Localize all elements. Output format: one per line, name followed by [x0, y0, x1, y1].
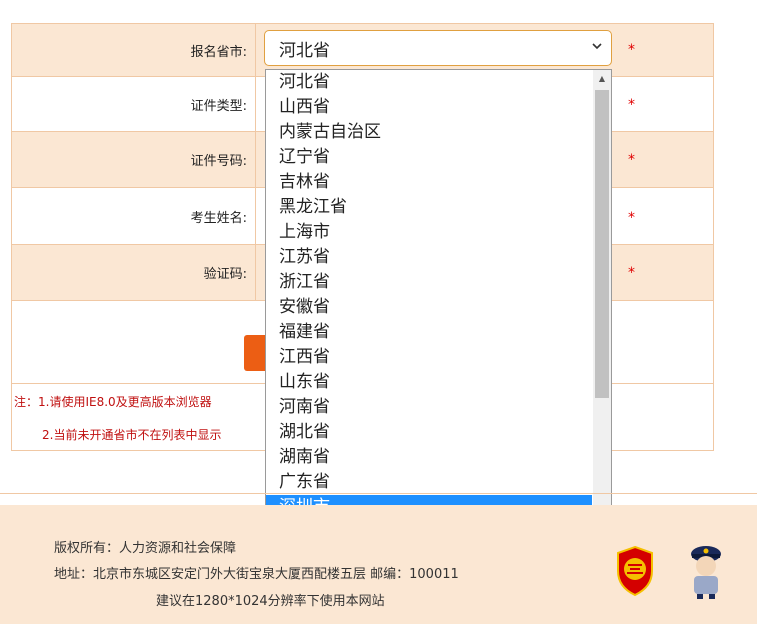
province-option-list: 河北省 山西省 内蒙古自治区 辽宁省 吉林省 黑龙江省 上海市 江苏省 浙江省 安徽省 福建省 江西省…	[266, 70, 592, 570]
province-option[interactable]: 安徽省	[266, 295, 592, 320]
province-option[interactable]: 黑龙江省	[266, 195, 592, 220]
id-type-label: 证件类型:	[12, 77, 256, 131]
required-mark: *	[628, 265, 635, 281]
province-option[interactable]: 辽宁省	[266, 145, 592, 170]
province-label: 报名省市:	[12, 24, 256, 76]
emblem-icon[interactable]	[614, 545, 656, 597]
province-option[interactable]: 山西省	[266, 95, 592, 120]
province-option[interactable]: 湖南省	[266, 445, 592, 470]
required-mark: *	[628, 152, 635, 168]
province-option[interactable]: 福建省	[266, 320, 592, 345]
required-mark: *	[628, 97, 635, 113]
province-option[interactable]: 江西省	[266, 345, 592, 370]
footer-address: 地址：北京市东城区安定门外大街宝泉大厦西配楼五层 邮编：100011	[54, 567, 459, 582]
id-number-label: 证件号码:	[12, 132, 256, 187]
scroll-up-arrow-icon[interactable]: ▲	[593, 74, 611, 83]
required-mark: *	[628, 210, 635, 226]
province-option[interactable]: 湖北省	[266, 420, 592, 445]
note-browser: 注：1.请使用IE8.0及更高版本浏览器	[14, 395, 212, 409]
note-provinces: 2.当前未开通省市不在列表中显示	[42, 428, 222, 442]
province-select[interactable]: 河北省	[264, 30, 612, 66]
province-select-value: 河北省	[279, 40, 330, 61]
province-option[interactable]: 河南省	[266, 395, 592, 420]
footer-resolution-tip: 建议在1280*1024分辨率下使用本网站	[156, 594, 385, 609]
chevron-down-icon[interactable]	[591, 40, 603, 56]
captcha-label: 验证码:	[12, 245, 256, 300]
province-option[interactable]: 山东省	[266, 370, 592, 395]
province-option[interactable]: 上海市	[266, 220, 592, 245]
province-option[interactable]: 吉林省	[266, 170, 592, 195]
province-option[interactable]: 广东省	[266, 470, 592, 495]
name-label: 考生姓名:	[12, 188, 256, 244]
province-option[interactable]: 江苏省	[266, 245, 592, 270]
required-mark: *	[628, 42, 635, 58]
police-icon[interactable]	[682, 540, 730, 600]
province-option[interactable]: 浙江省	[266, 270, 592, 295]
province-dropdown[interactable]: 河北省 山西省 内蒙古自治区 辽宁省 吉林省 黑龙江省 上海市 江苏省 浙江省 安徽省 福建省 江西省…	[265, 69, 612, 569]
province-option[interactable]: 内蒙古自治区	[266, 120, 592, 145]
province-option[interactable]: 河北省	[266, 70, 592, 95]
scrollbar-thumb[interactable]	[595, 90, 609, 398]
footer-divider	[0, 493, 757, 494]
footer-copyright: 版权所有：人力资源和社会保障	[54, 541, 237, 556]
